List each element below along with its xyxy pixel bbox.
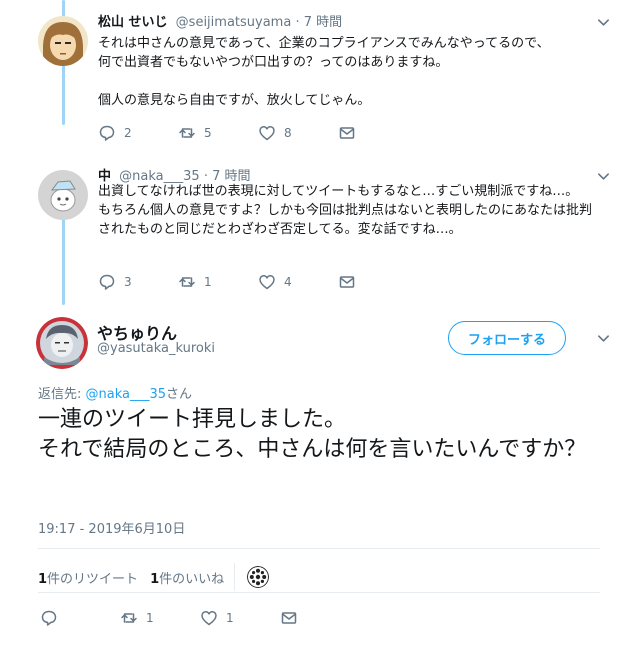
tweet-text-line: 出資してなければ世の表現に対してツイートもするなと…すごい規制派ですね…。 bbox=[98, 184, 579, 199]
action-bar: 1 1 bbox=[40, 608, 310, 628]
replying-to-handle-link[interactable]: @naka___35 bbox=[86, 387, 167, 402]
replying-to: 返信先: @naka___35さん bbox=[38, 383, 192, 402]
tweet-text: それは中さんの意見であって、企業のコプライアンスでみんなやってるので、 何で出資… bbox=[98, 34, 598, 110]
reply-header: 松山 せいじ @seijimatsuyama · 7 時間 bbox=[98, 14, 342, 32]
heart-icon bbox=[259, 275, 275, 290]
display-name[interactable]: 松山 せいじ bbox=[98, 15, 168, 30]
tweet-text-line: それで結局のところ、中さんは何を言いたいんですか？ bbox=[38, 437, 587, 462]
like-stat-count: 1 bbox=[150, 571, 160, 587]
replying-to-prefix: 返信先: bbox=[38, 387, 86, 402]
tweet-text-line: 何で出資者でもないやつが口出すの？ってのはありますね。 bbox=[98, 55, 449, 70]
like-count: 4 bbox=[284, 275, 292, 289]
tweet-text-line: それは中さんの意見であって、企業のコプライアンスでみんなやってるので、 bbox=[98, 36, 550, 51]
tweet-conversation: 松山 せいじ @seijimatsuyama · 7 時間 それは中さんの意見で… bbox=[0, 0, 638, 647]
retweet-button[interactable]: 1 bbox=[178, 273, 258, 291]
like-button[interactable]: 4 bbox=[258, 273, 338, 291]
chevron-down-icon[interactable] bbox=[596, 15, 610, 29]
separator-dot: · bbox=[295, 15, 300, 30]
direct-message-button[interactable] bbox=[338, 273, 368, 291]
retweet-count: 1 bbox=[146, 611, 154, 625]
reply-count: 3 bbox=[124, 275, 132, 289]
chevron-down-icon[interactable] bbox=[596, 169, 610, 183]
retweet-button[interactable]: 5 bbox=[178, 124, 258, 142]
retweet-stat[interactable]: 1件のリツイート bbox=[38, 568, 138, 587]
tweet-time[interactable]: 7 時間 bbox=[304, 15, 342, 30]
liker-avatar[interactable] bbox=[247, 566, 270, 588]
like-button[interactable]: 1 bbox=[200, 609, 280, 627]
envelope-icon bbox=[281, 612, 297, 624]
like-stat-label: 件のいいね bbox=[159, 571, 225, 587]
avatar[interactable] bbox=[38, 170, 88, 220]
direct-message-button[interactable] bbox=[280, 609, 310, 627]
action-bar: 2 5 8 bbox=[98, 123, 368, 143]
main-tweet: やちゅりん @yasutaka_kuroki フォローする 返信先: @naka… bbox=[0, 305, 638, 647]
retweet-icon bbox=[179, 277, 195, 287]
tweet-text-line: 個人の意見なら自由ですが、放火してじゃん。 bbox=[98, 93, 371, 108]
replying-to-suffix: さん bbox=[166, 387, 193, 402]
chevron-down-icon[interactable] bbox=[596, 331, 610, 345]
like-count: 1 bbox=[226, 611, 234, 625]
tweet-stats: 1件のリツイート 1件のいいね bbox=[38, 563, 270, 591]
retweet-stat-label: 件のリツイート bbox=[47, 571, 139, 587]
reply-button[interactable] bbox=[40, 609, 120, 627]
retweet-icon bbox=[121, 613, 137, 623]
user-handle[interactable]: @seijimatsuyama bbox=[176, 15, 292, 30]
avatar[interactable] bbox=[38, 16, 88, 66]
user-handle[interactable]: @yasutaka_kuroki bbox=[97, 341, 215, 356]
envelope-icon bbox=[339, 276, 355, 288]
retweet-stat-count: 1 bbox=[38, 571, 48, 587]
tweet-timestamp[interactable]: 19:17 - 2019年6月10日 bbox=[38, 518, 185, 537]
like-button[interactable]: 8 bbox=[258, 124, 338, 142]
divider bbox=[38, 592, 600, 593]
tweet-text: 一連のツイート拝見しました。 それで結局のところ、中さんは何を言いたいんですか？ bbox=[38, 405, 598, 465]
direct-message-button[interactable] bbox=[338, 124, 368, 142]
envelope-icon bbox=[339, 127, 355, 139]
reply-count: 2 bbox=[124, 126, 132, 140]
tweet-text-line: もちろん個人の意見ですよ？しかも今回は批判点はないと表明したのにあなたは批判され… bbox=[98, 203, 593, 237]
divider bbox=[38, 548, 600, 549]
tweet-text: 出資してなければ世の表現に対してツイートもするなと…すごい規制派ですね…。 もち… bbox=[98, 182, 598, 239]
like-stat[interactable]: 1件のいいね bbox=[150, 568, 224, 587]
avatar[interactable] bbox=[36, 317, 88, 369]
retweet-button[interactable]: 1 bbox=[120, 609, 200, 627]
tweet-text-line: 一連のツイート拝見しました。 bbox=[38, 407, 347, 432]
heart-icon bbox=[259, 126, 275, 141]
reply-icon bbox=[99, 274, 115, 290]
like-count: 8 bbox=[284, 126, 292, 140]
follow-button[interactable]: フォローする bbox=[448, 321, 566, 355]
stats-separator bbox=[234, 563, 236, 591]
reply-icon bbox=[99, 125, 115, 141]
retweet-count: 5 bbox=[204, 126, 212, 140]
thread-line bbox=[62, 210, 65, 305]
retweet-icon bbox=[179, 128, 195, 138]
retweet-count: 1 bbox=[204, 275, 212, 289]
action-bar: 3 1 4 bbox=[98, 272, 368, 292]
reply-button[interactable]: 2 bbox=[98, 124, 178, 142]
heart-icon bbox=[201, 611, 217, 626]
reply-button[interactable]: 3 bbox=[98, 273, 178, 291]
reply-icon bbox=[41, 610, 57, 626]
